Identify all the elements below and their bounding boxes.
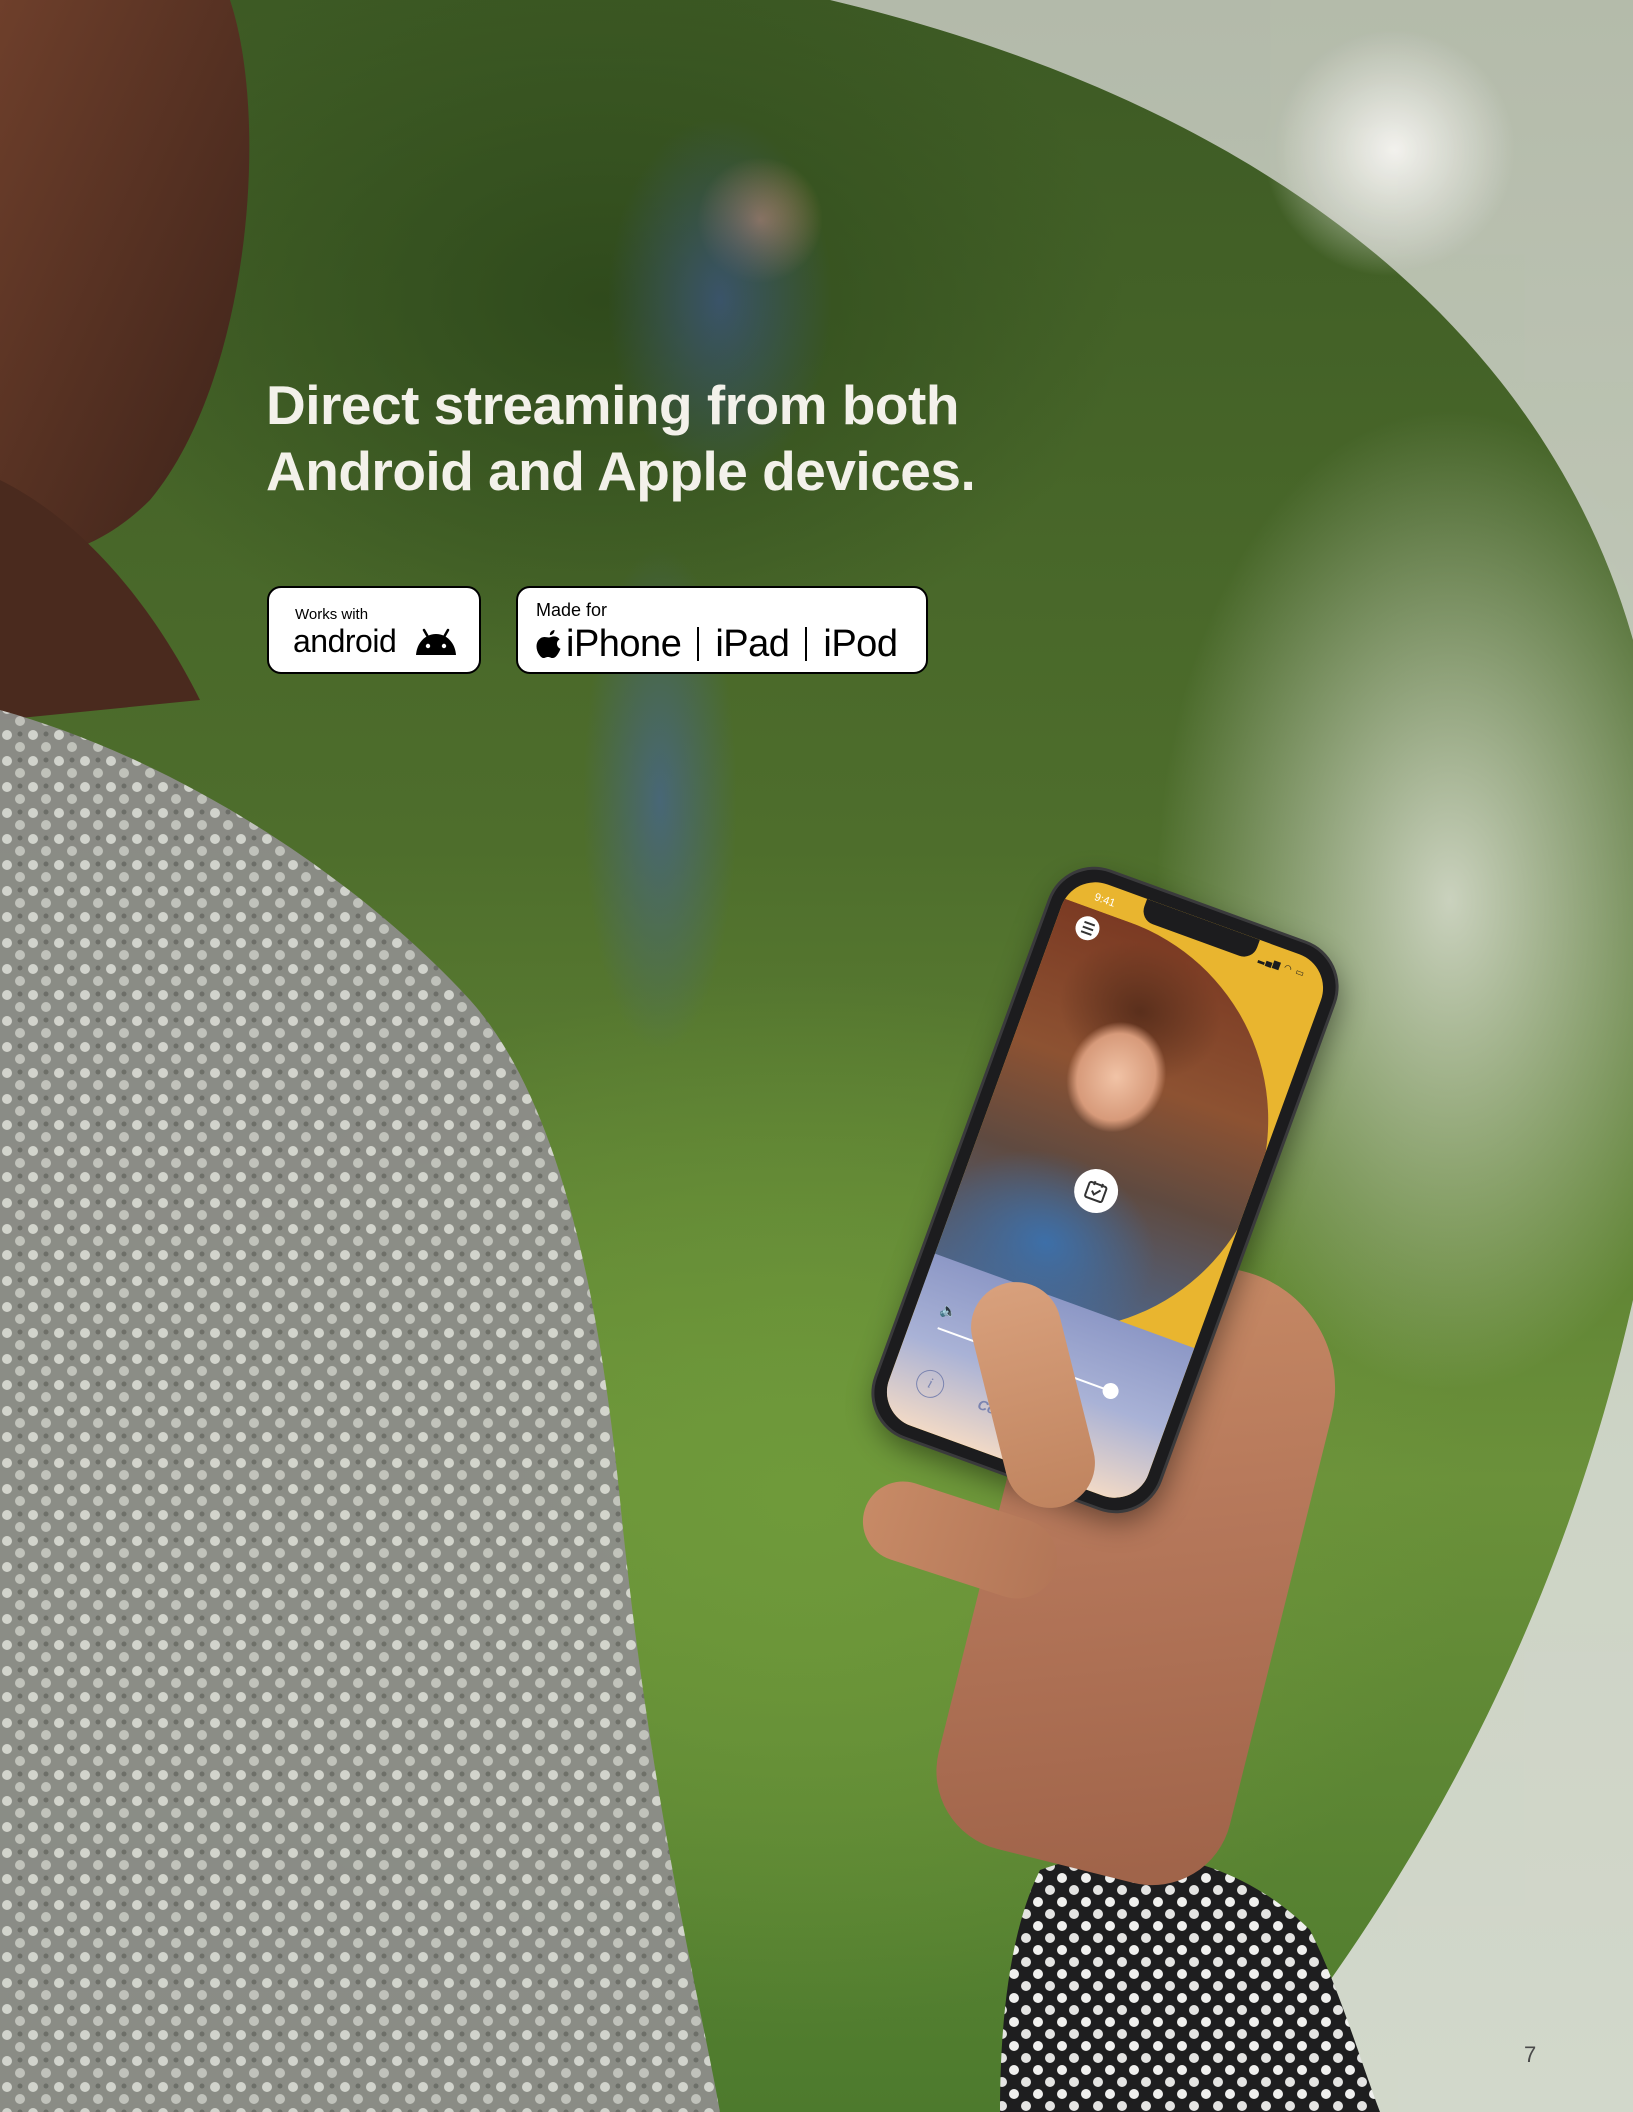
brochure-page: 9:41 ▂▄▆ ◠ ▭ 🔈 i Cochlear Direc bbox=[0, 0, 1633, 2112]
android-badge-small-text: Works with bbox=[295, 606, 369, 623]
device-iphone: iPhone bbox=[566, 623, 682, 665]
headline-line-2: Android and Apple devices. bbox=[266, 440, 976, 502]
apple-badge-small-text: Made for bbox=[536, 600, 608, 620]
page-number: 7 bbox=[1524, 2042, 1537, 2067]
device-ipod: iPod bbox=[823, 623, 898, 665]
works-with-android-badge: Works with android bbox=[267, 586, 481, 674]
android-badge-wordmark: android bbox=[293, 623, 397, 659]
device-ipad: iPad bbox=[715, 623, 790, 665]
status-icons: ▂▄▆ ◠ ▭ bbox=[1257, 953, 1307, 980]
status-time: 9:41 bbox=[1092, 891, 1117, 910]
device-separator bbox=[805, 627, 808, 661]
apple-device-list: iPhone iPad iPod bbox=[536, 622, 898, 666]
made-for-apple-badge: Made for iPhone iPad iPod bbox=[516, 586, 928, 674]
android-robot-icon bbox=[416, 628, 456, 655]
headline-line-1: Direct streaming from both bbox=[266, 374, 959, 436]
background-photo bbox=[0, 0, 1633, 2112]
device-separator bbox=[697, 627, 700, 661]
apple-logo-icon bbox=[536, 630, 561, 658]
headline: Direct streaming from both Android and A… bbox=[266, 372, 1026, 504]
